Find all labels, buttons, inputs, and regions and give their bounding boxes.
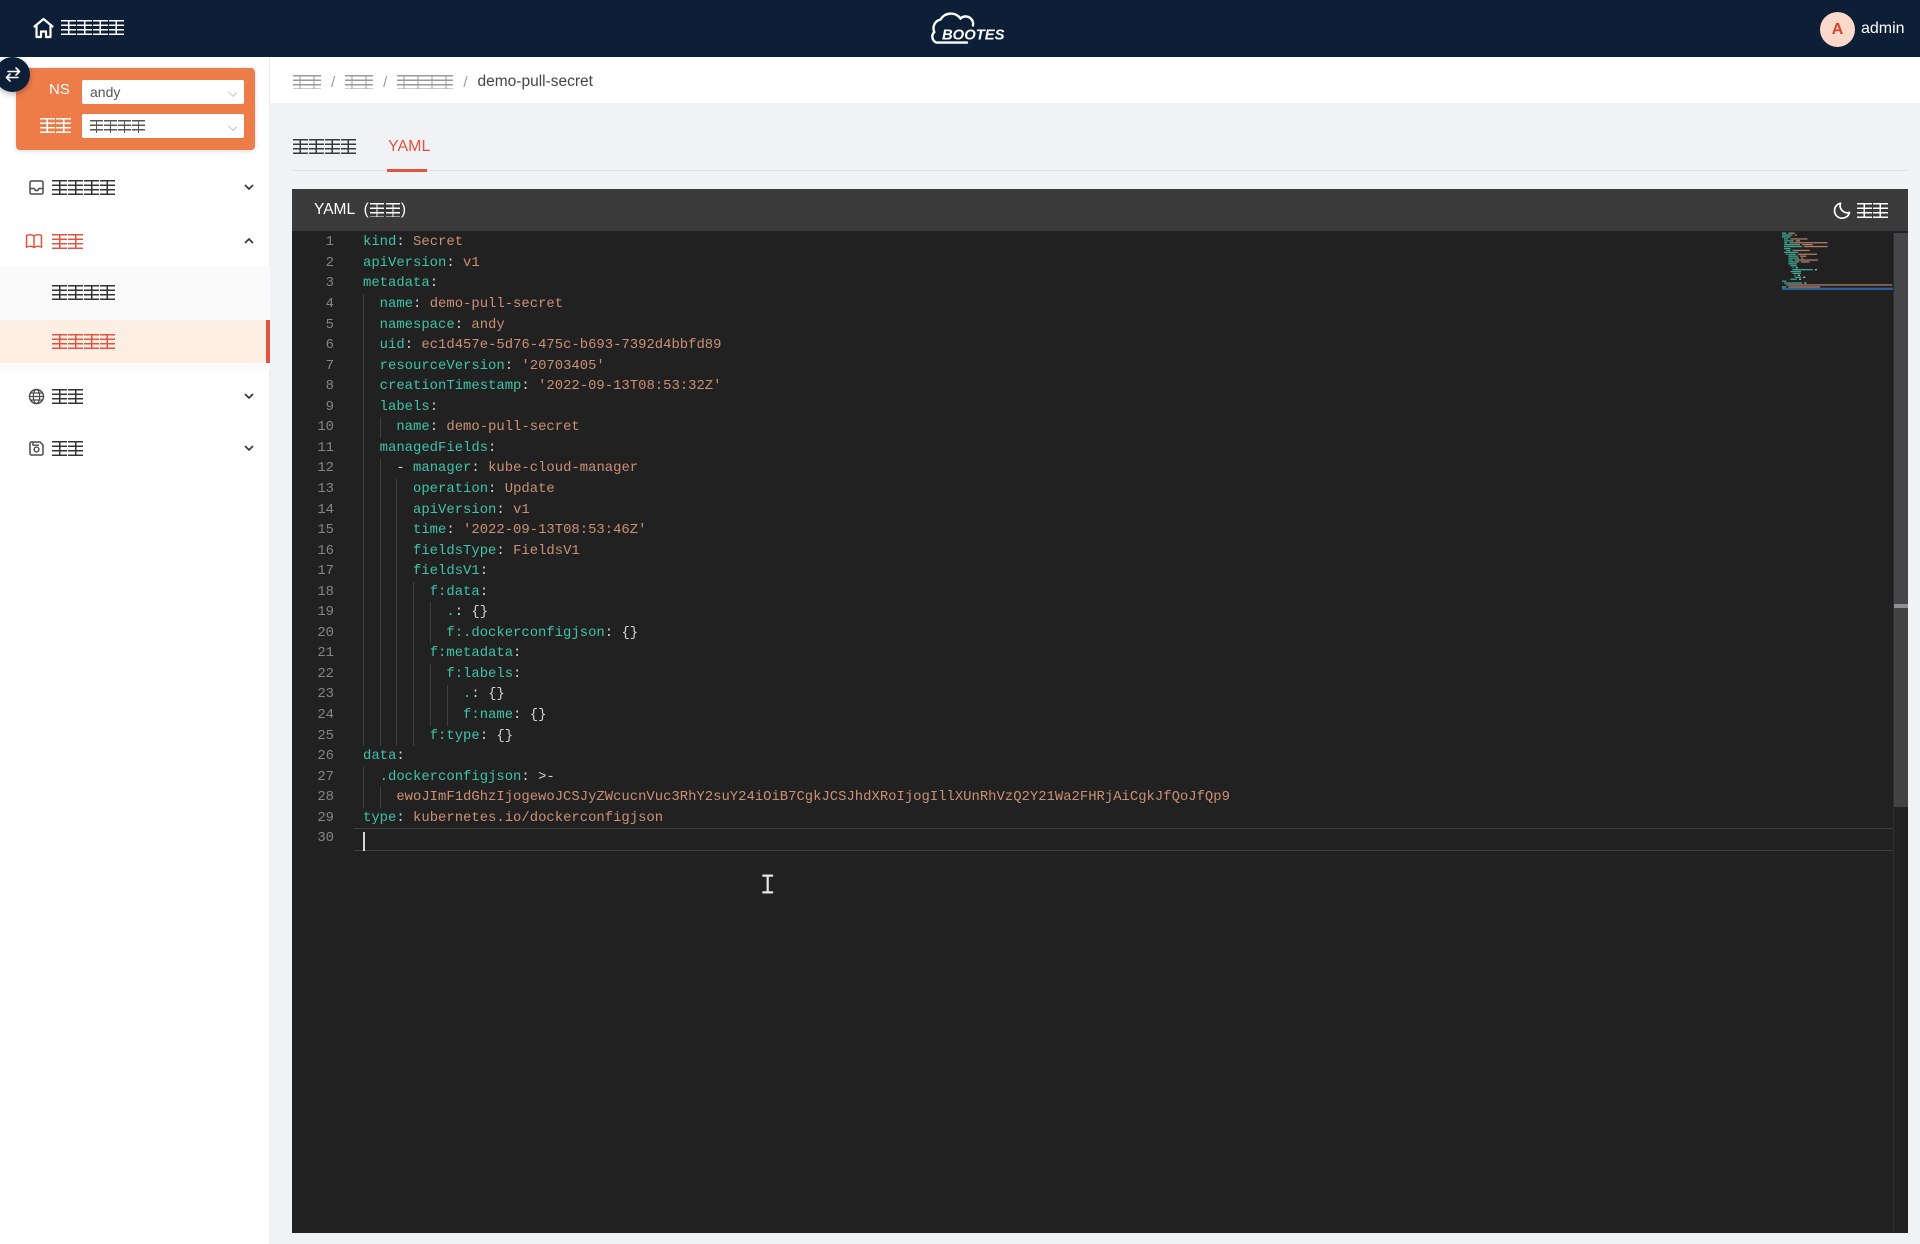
svg-text:BOOTES: BOOTES [942, 28, 1005, 44]
